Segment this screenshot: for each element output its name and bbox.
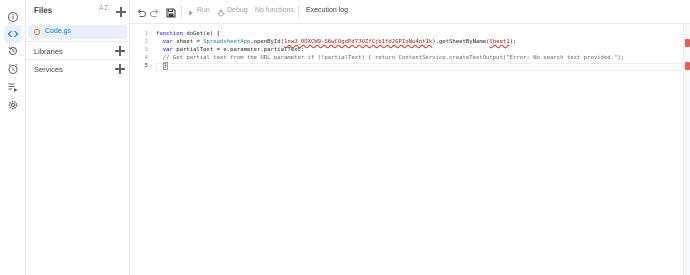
run-play-icon [187,6,195,18]
code-line-1[interactable]: function doGet(e) { [156,30,220,38]
code-icon [7,30,19,38]
execution-log-button[interactable]: Execution log [306,7,348,14]
settings-icon [8,100,18,110]
files-panel: Files A Z Code.gs Libraries Services [26,0,130,275]
code-text: sheet = [172,39,204,45]
triggers-button[interactable] [4,60,22,78]
keyword: function [156,31,183,37]
executions-icon [8,83,18,92]
line-number: 4 [144,55,148,61]
editor-toolbar: Run Debug No functions Execution log [130,0,690,24]
code-text: .openById( [250,39,285,45]
run-button[interactable]: Run [197,7,210,14]
line-number: 3 [144,47,148,53]
services-label: Services [34,65,63,74]
history-icon [8,46,17,55]
editor-scrollbar[interactable] [683,24,690,275]
sheet-name-string: Sheet1 [489,39,510,45]
line-number-current: 5 [144,63,148,69]
redo-icon [149,9,159,18]
project-settings-button[interactable] [4,96,22,114]
sort-files-button[interactable]: A Z [99,5,109,12]
toolbar-divider [298,6,299,18]
undo-button[interactable] [135,6,147,18]
save-icon [166,8,176,18]
save-button[interactable] [165,6,177,18]
left-icon-rail [0,0,26,275]
editor-button[interactable] [4,25,22,43]
file-name: Code.gs [45,27,72,35]
add-library-plus-icon[interactable] [115,46,125,56]
class-name: SpreadsheetApp [203,39,251,45]
keyword: var [162,39,173,45]
info-icon [8,12,18,22]
code-line-5[interactable]: } [156,62,169,70]
debug-icon [216,6,226,18]
keyword: var [162,47,173,53]
project-history-button[interactable] [4,42,22,60]
code-line-3[interactable]: var partialText = e.parameter.partialTex… [156,46,304,54]
redo-button[interactable] [149,6,161,18]
debug-button[interactable]: Debug [227,7,248,14]
error-marker [685,39,690,47]
error-marker [685,62,690,70]
code-text: partialText = e.parameter.partialText; [172,47,305,53]
line-number: 2 [144,39,148,45]
libraries-section: Libraries [26,41,130,59]
undo-icon [137,9,147,18]
code-line-4[interactable]: // Get partial text from the URL paramet… [156,54,624,62]
add-service-plus-icon[interactable] [115,64,125,74]
script-file-icon [34,29,40,35]
line-number-gutter: 1 2 3 4 5 [130,24,154,275]
clock-icon [8,64,18,74]
line-number: 1 [144,31,148,37]
comment: // Get partial text from the URL paramet… [162,55,625,61]
add-file-plus-icon[interactable] [116,7,126,17]
code-line-2[interactable]: var sheet = SpreadsheetApp.openById(1nwJ… [156,38,517,46]
spreadsheet-id-string: 1nwJ_0OXCW9-S6wCOgdPd7JUZfCjb1fd2GPIoNu4… [284,39,433,45]
closing-brace: } [162,62,169,70]
code-editor[interactable]: 1 2 3 4 5 function doGet(e) { var sheet … [130,24,690,275]
current-line-highlight [156,62,682,71]
executions-button[interactable] [4,78,22,96]
code-text: ).getSheetByName( [432,39,490,45]
code-text: ); [509,39,517,45]
files-header: Files A Z [26,0,130,24]
overview-button[interactable] [4,8,22,26]
function-select[interactable]: No functions [255,7,294,14]
code-text: doGet(e) { [182,31,220,37]
file-item-code-gs[interactable]: Code.gs [29,25,127,39]
services-section: Services [26,59,130,77]
files-title: Files [34,6,53,15]
libraries-label: Libraries [34,47,63,56]
toolbar-divider [181,6,182,18]
